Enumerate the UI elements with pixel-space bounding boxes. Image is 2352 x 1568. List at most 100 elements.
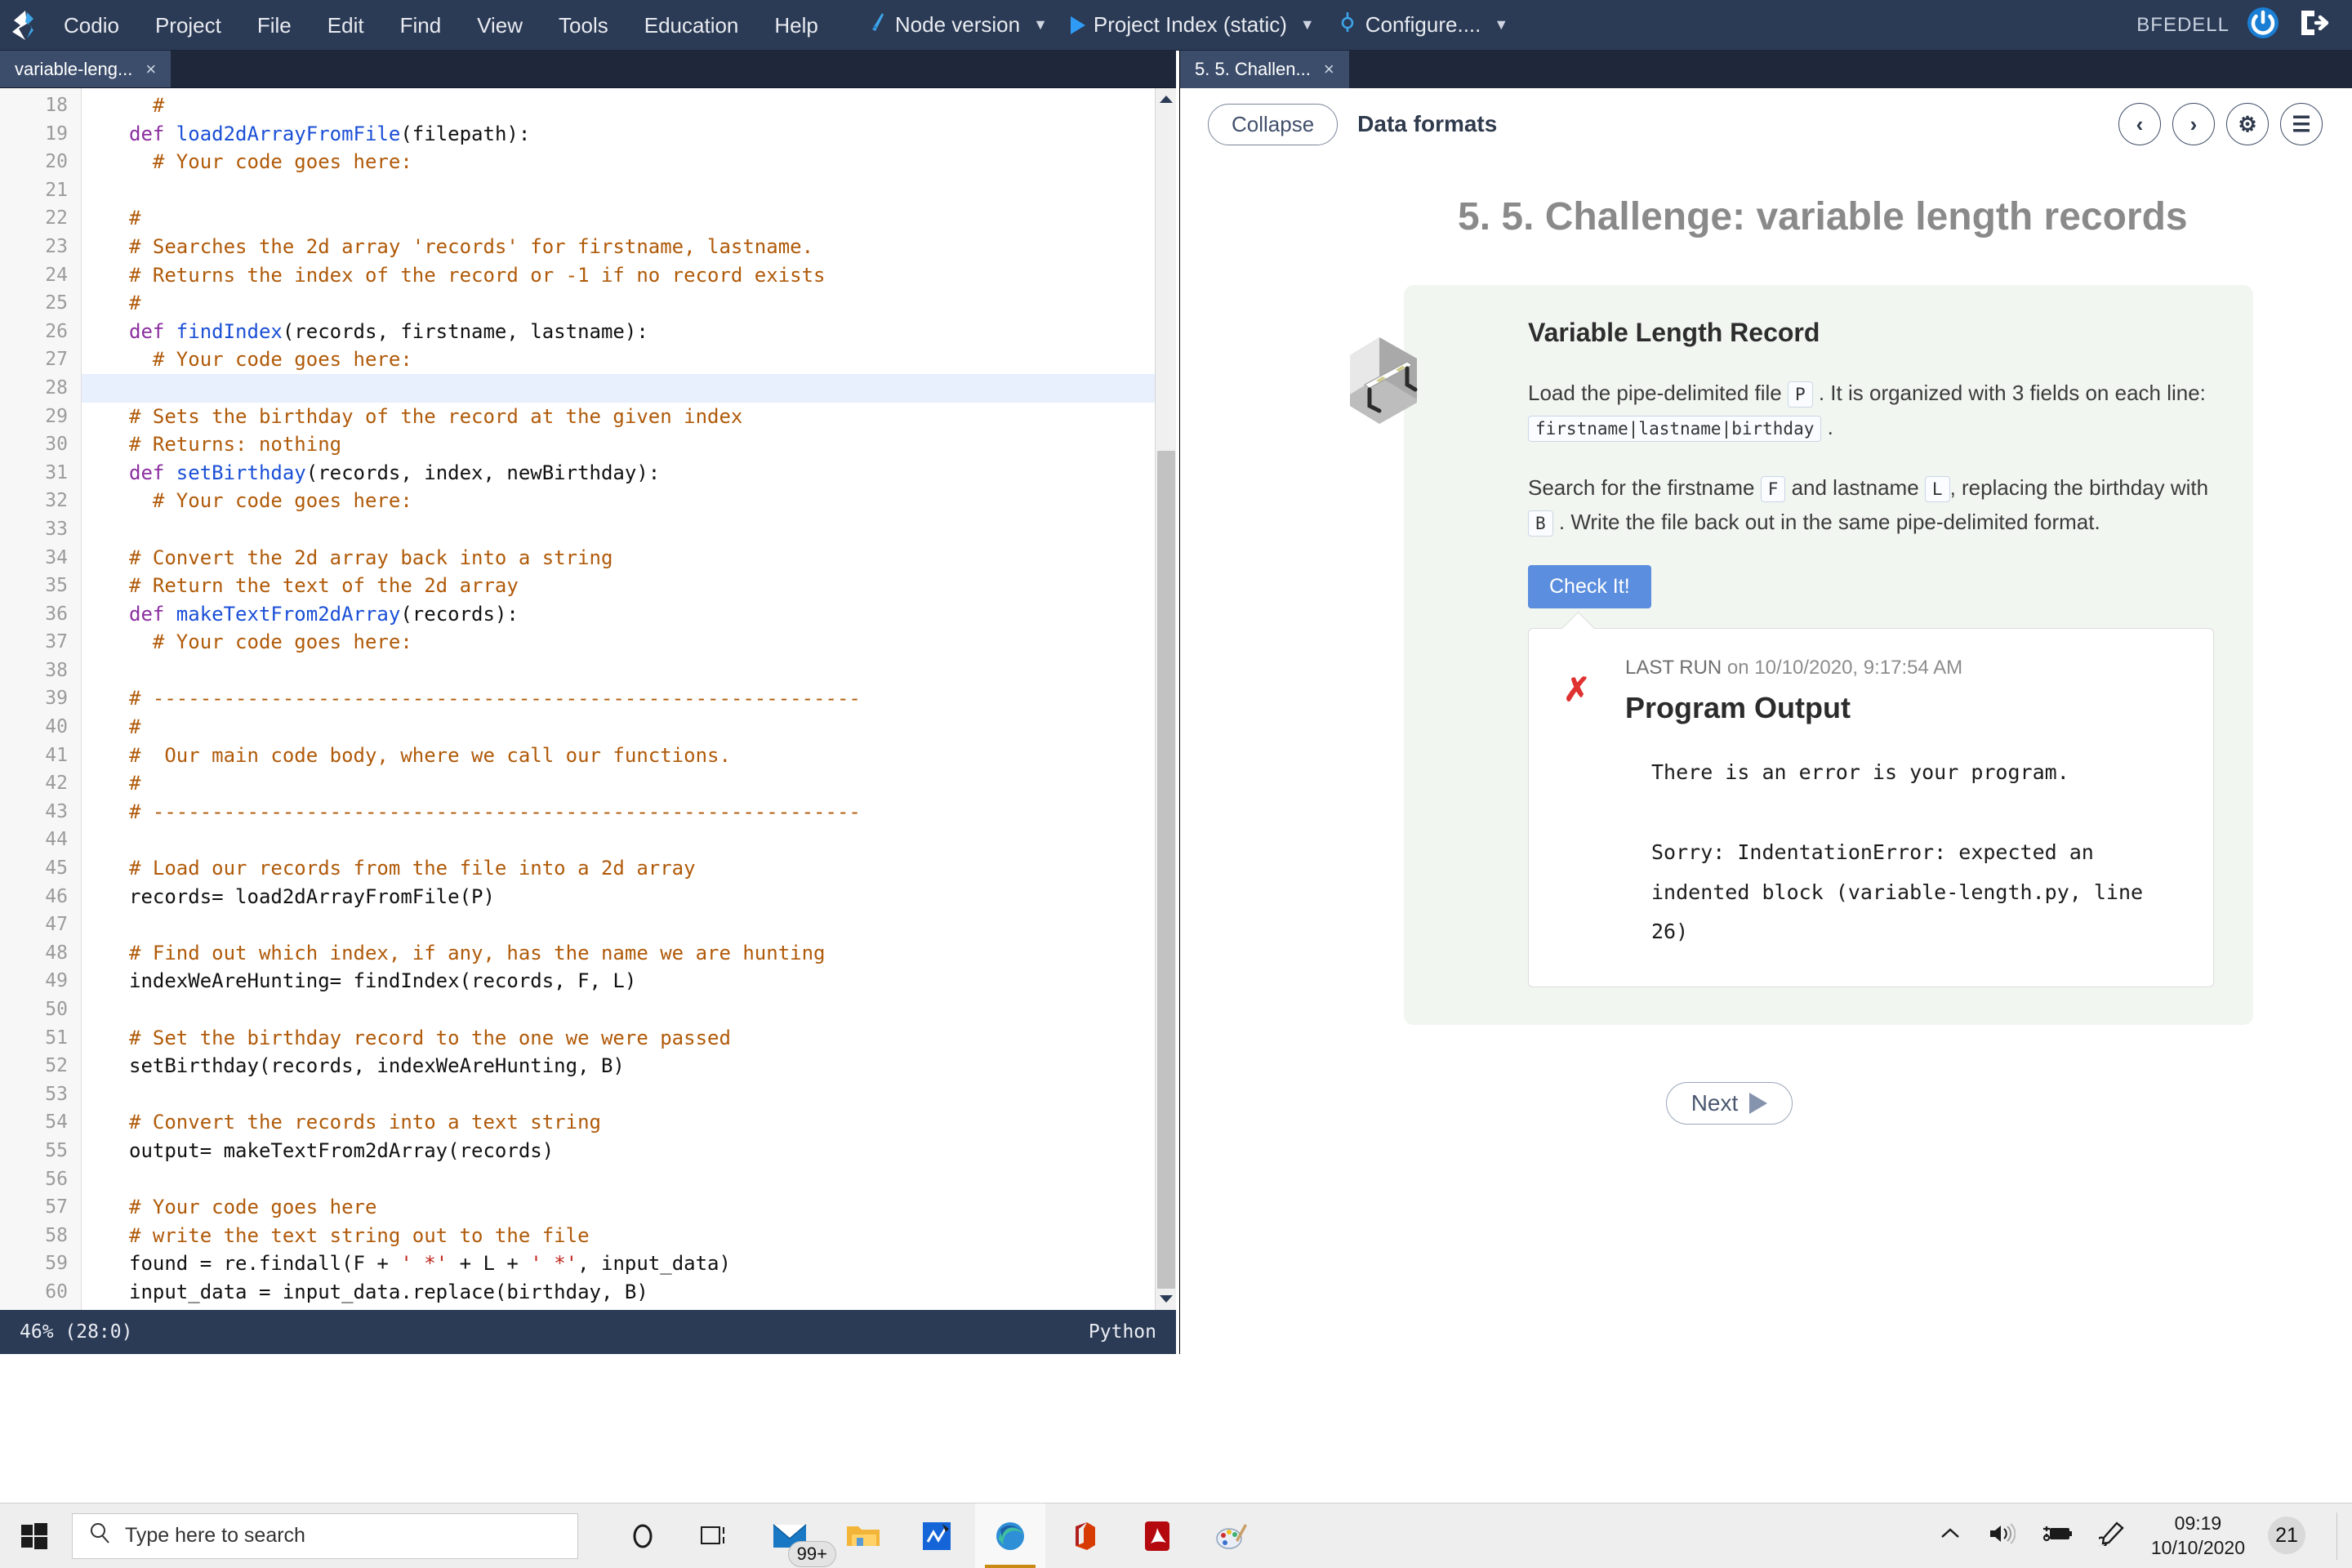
taskbar-clock[interactable]: 09:19 10/10/2020 bbox=[2151, 1512, 2245, 1561]
menu-edit[interactable]: Edit bbox=[310, 0, 382, 51]
collapse-button[interactable]: Collapse bbox=[1208, 103, 1339, 145]
code-line[interactable]: # Returns the index of the record or -1 … bbox=[82, 261, 1176, 290]
menu-project[interactable]: Project bbox=[137, 0, 239, 51]
scroll-up-arrow-icon[interactable] bbox=[1156, 88, 1176, 109]
menu-education[interactable]: Education bbox=[626, 0, 757, 51]
code-line[interactable]: # Your code goes here: bbox=[82, 148, 1176, 176]
action-center-icon[interactable]: 21 bbox=[2268, 1517, 2305, 1554]
code-line[interactable] bbox=[82, 996, 1176, 1024]
code-line[interactable] bbox=[82, 373, 1176, 403]
code-line[interactable]: # Load our records from the file into a … bbox=[82, 854, 1176, 883]
search-input[interactable]: Type here to search bbox=[72, 1512, 578, 1559]
code-line[interactable]: # --------------------------------------… bbox=[82, 684, 1176, 713]
check-it-button[interactable]: Check It! bbox=[1528, 565, 1651, 609]
close-icon[interactable]: × bbox=[1324, 59, 1334, 80]
codio-logo-icon[interactable] bbox=[0, 9, 46, 42]
code-line[interactable]: # Find out which index, if any, has the … bbox=[82, 939, 1176, 968]
code-line[interactable]: def findIndex(records, firstname, lastna… bbox=[82, 318, 1176, 346]
code-line[interactable]: def setBirthday(records, index, newBirth… bbox=[82, 459, 1176, 488]
line-number: 23 bbox=[45, 235, 68, 257]
code-line[interactable]: # Searches the 2d array 'records' for fi… bbox=[82, 233, 1176, 261]
scrollbar-thumb[interactable] bbox=[1157, 451, 1175, 1289]
editor-vertical-scrollbar[interactable] bbox=[1155, 88, 1176, 1310]
menu-codio[interactable]: Codio bbox=[46, 0, 137, 51]
gear-icon[interactable]: ⚙ bbox=[2226, 103, 2269, 145]
power-icon[interactable] bbox=[2246, 6, 2280, 44]
code-line[interactable] bbox=[82, 1080, 1176, 1109]
editor-tab-variable-length[interactable]: variable-leng... × bbox=[0, 51, 172, 87]
code-line[interactable]: def load2dArrayFromFile(filepath): bbox=[82, 120, 1176, 149]
last-run-label: LAST RUN bbox=[1625, 657, 1722, 679]
code-token: findIndex bbox=[176, 319, 283, 343]
task-view-icon[interactable] bbox=[681, 1503, 751, 1568]
code-line[interactable]: # Return the text of the 2d array bbox=[82, 572, 1176, 600]
code-line[interactable]: # Your code goes here bbox=[82, 1193, 1176, 1222]
code-line[interactable] bbox=[82, 515, 1176, 544]
code-line[interactable]: # Set the birthday record to the one we … bbox=[82, 1024, 1176, 1053]
node-version-button[interactable]: Node version ▼ bbox=[858, 0, 1059, 51]
menu-find[interactable]: Find bbox=[382, 0, 460, 51]
next-icon[interactable]: › bbox=[2172, 103, 2215, 145]
code-line[interactable] bbox=[82, 1165, 1176, 1194]
office-icon[interactable] bbox=[1049, 1503, 1119, 1568]
code-line[interactable]: output= makeTextFrom2dArray(records) bbox=[82, 1137, 1176, 1165]
battery-charging-icon[interactable] bbox=[2042, 1523, 2073, 1548]
editor-viewport[interactable]: 18 19 20 21 22 23 24 25 26 27 28 29 30 31 32 33 34 35 36 37… bbox=[0, 88, 1176, 1310]
code-line[interactable]: # Your code goes here: bbox=[82, 345, 1176, 374]
code-line[interactable]: # Convert the 2d array back into a strin… bbox=[82, 544, 1176, 572]
code-line[interactable]: # --------------------------------------… bbox=[82, 798, 1176, 826]
code-line[interactable]: # Sets the birthday of the record at the… bbox=[82, 403, 1176, 431]
close-icon[interactable]: × bbox=[145, 59, 156, 80]
code-line[interactable]: # Your code goes here: bbox=[82, 487, 1176, 515]
guide-tab-challenge[interactable]: 5. 5. Challen... × bbox=[1180, 51, 1349, 88]
menu-file[interactable]: File bbox=[239, 0, 310, 51]
chevron-down-icon[interactable]: ▼ bbox=[1494, 16, 1508, 33]
chevron-down-icon[interactable]: ▼ bbox=[1300, 16, 1315, 33]
scroll-down-arrow-icon[interactable] bbox=[1156, 1289, 1176, 1310]
mail-icon[interactable]: 99+ bbox=[755, 1503, 836, 1568]
code-line[interactable] bbox=[82, 826, 1176, 854]
code-line[interactable]: # bbox=[82, 289, 1176, 318]
file-explorer-icon[interactable] bbox=[828, 1503, 898, 1568]
adobe-acrobat-icon[interactable] bbox=[1122, 1503, 1192, 1568]
code-line[interactable] bbox=[82, 176, 1176, 205]
code-line[interactable] bbox=[82, 911, 1176, 939]
code-line[interactable]: # bbox=[82, 769, 1176, 798]
code-line[interactable]: setBirthday(records, indexWeAreHunting, … bbox=[82, 1052, 1176, 1080]
prev-icon[interactable]: ‹ bbox=[2118, 103, 2161, 145]
show-hidden-icons-icon[interactable] bbox=[1939, 1526, 1962, 1546]
microsoft-edge-icon[interactable] bbox=[975, 1503, 1045, 1568]
code-line[interactable]: # Your code goes here: bbox=[82, 628, 1176, 657]
code-line[interactable]: # Returns: nothing bbox=[82, 430, 1176, 459]
windows-start-icon[interactable] bbox=[0, 1522, 69, 1550]
pen-icon[interactable] bbox=[2095, 1521, 2125, 1550]
paint-icon[interactable] bbox=[1196, 1503, 1266, 1568]
code-line[interactable]: # Our main code body, where we call our … bbox=[82, 742, 1176, 770]
code-line[interactable] bbox=[82, 657, 1176, 685]
code-line[interactable]: # write the text string out to the file bbox=[82, 1222, 1176, 1250]
code-line[interactable]: found = re.findall(F + ' *' + L + ' *', … bbox=[82, 1250, 1176, 1278]
show-desktop-button[interactable] bbox=[2336, 1512, 2337, 1560]
toc-icon[interactable]: ☰ bbox=[2280, 103, 2323, 145]
code-line[interactable]: def makeTextFrom2dArray(records): bbox=[82, 600, 1176, 629]
onenote-icon[interactable] bbox=[902, 1503, 972, 1568]
language-mode-status[interactable]: Python bbox=[1089, 1321, 1156, 1343]
volume-icon[interactable] bbox=[1988, 1522, 2016, 1549]
code-line[interactable]: # Convert the records into a text string bbox=[82, 1108, 1176, 1137]
logout-icon[interactable] bbox=[2298, 7, 2331, 42]
menu-tools[interactable]: Tools bbox=[541, 0, 626, 51]
code-line[interactable]: # bbox=[82, 91, 1176, 120]
code-line[interactable]: indexWeAreHunting= findIndex(records, F,… bbox=[82, 967, 1176, 996]
menu-help[interactable]: Help bbox=[756, 0, 835, 51]
configure-button[interactable]: Configure.... ▼ bbox=[1326, 0, 1520, 51]
project-index-button[interactable]: Project Index (static) ▼ bbox=[1059, 0, 1326, 51]
code-line[interactable]: # bbox=[82, 204, 1176, 233]
code-line[interactable]: # bbox=[82, 713, 1176, 742]
next-button[interactable]: Next bbox=[1665, 1082, 1793, 1125]
chevron-down-icon[interactable]: ▼ bbox=[1033, 16, 1048, 33]
cortana-icon[interactable] bbox=[608, 1503, 678, 1568]
menu-view[interactable]: View bbox=[459, 0, 541, 51]
code-text-area[interactable]: # def load2dArrayFromFile(filepath): # Yo… bbox=[82, 88, 1176, 1310]
code-line[interactable]: input_data = input_data.replace(birthday… bbox=[82, 1278, 1176, 1307]
code-line[interactable]: records= load2dArrayFromFile(P) bbox=[82, 883, 1176, 911]
